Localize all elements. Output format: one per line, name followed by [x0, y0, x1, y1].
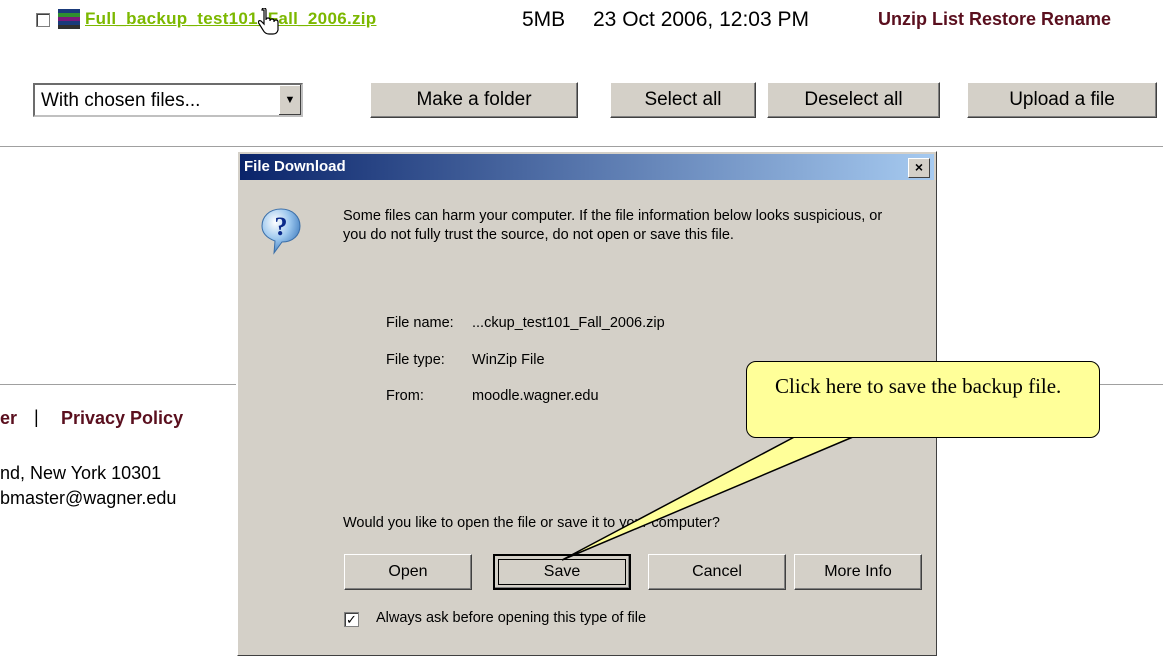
callout-pointer: [561, 433, 861, 561]
callout-text: Click here to save the backup file.: [775, 374, 1062, 398]
save-callout: Click here to save the backup file.: [746, 361, 1100, 438]
